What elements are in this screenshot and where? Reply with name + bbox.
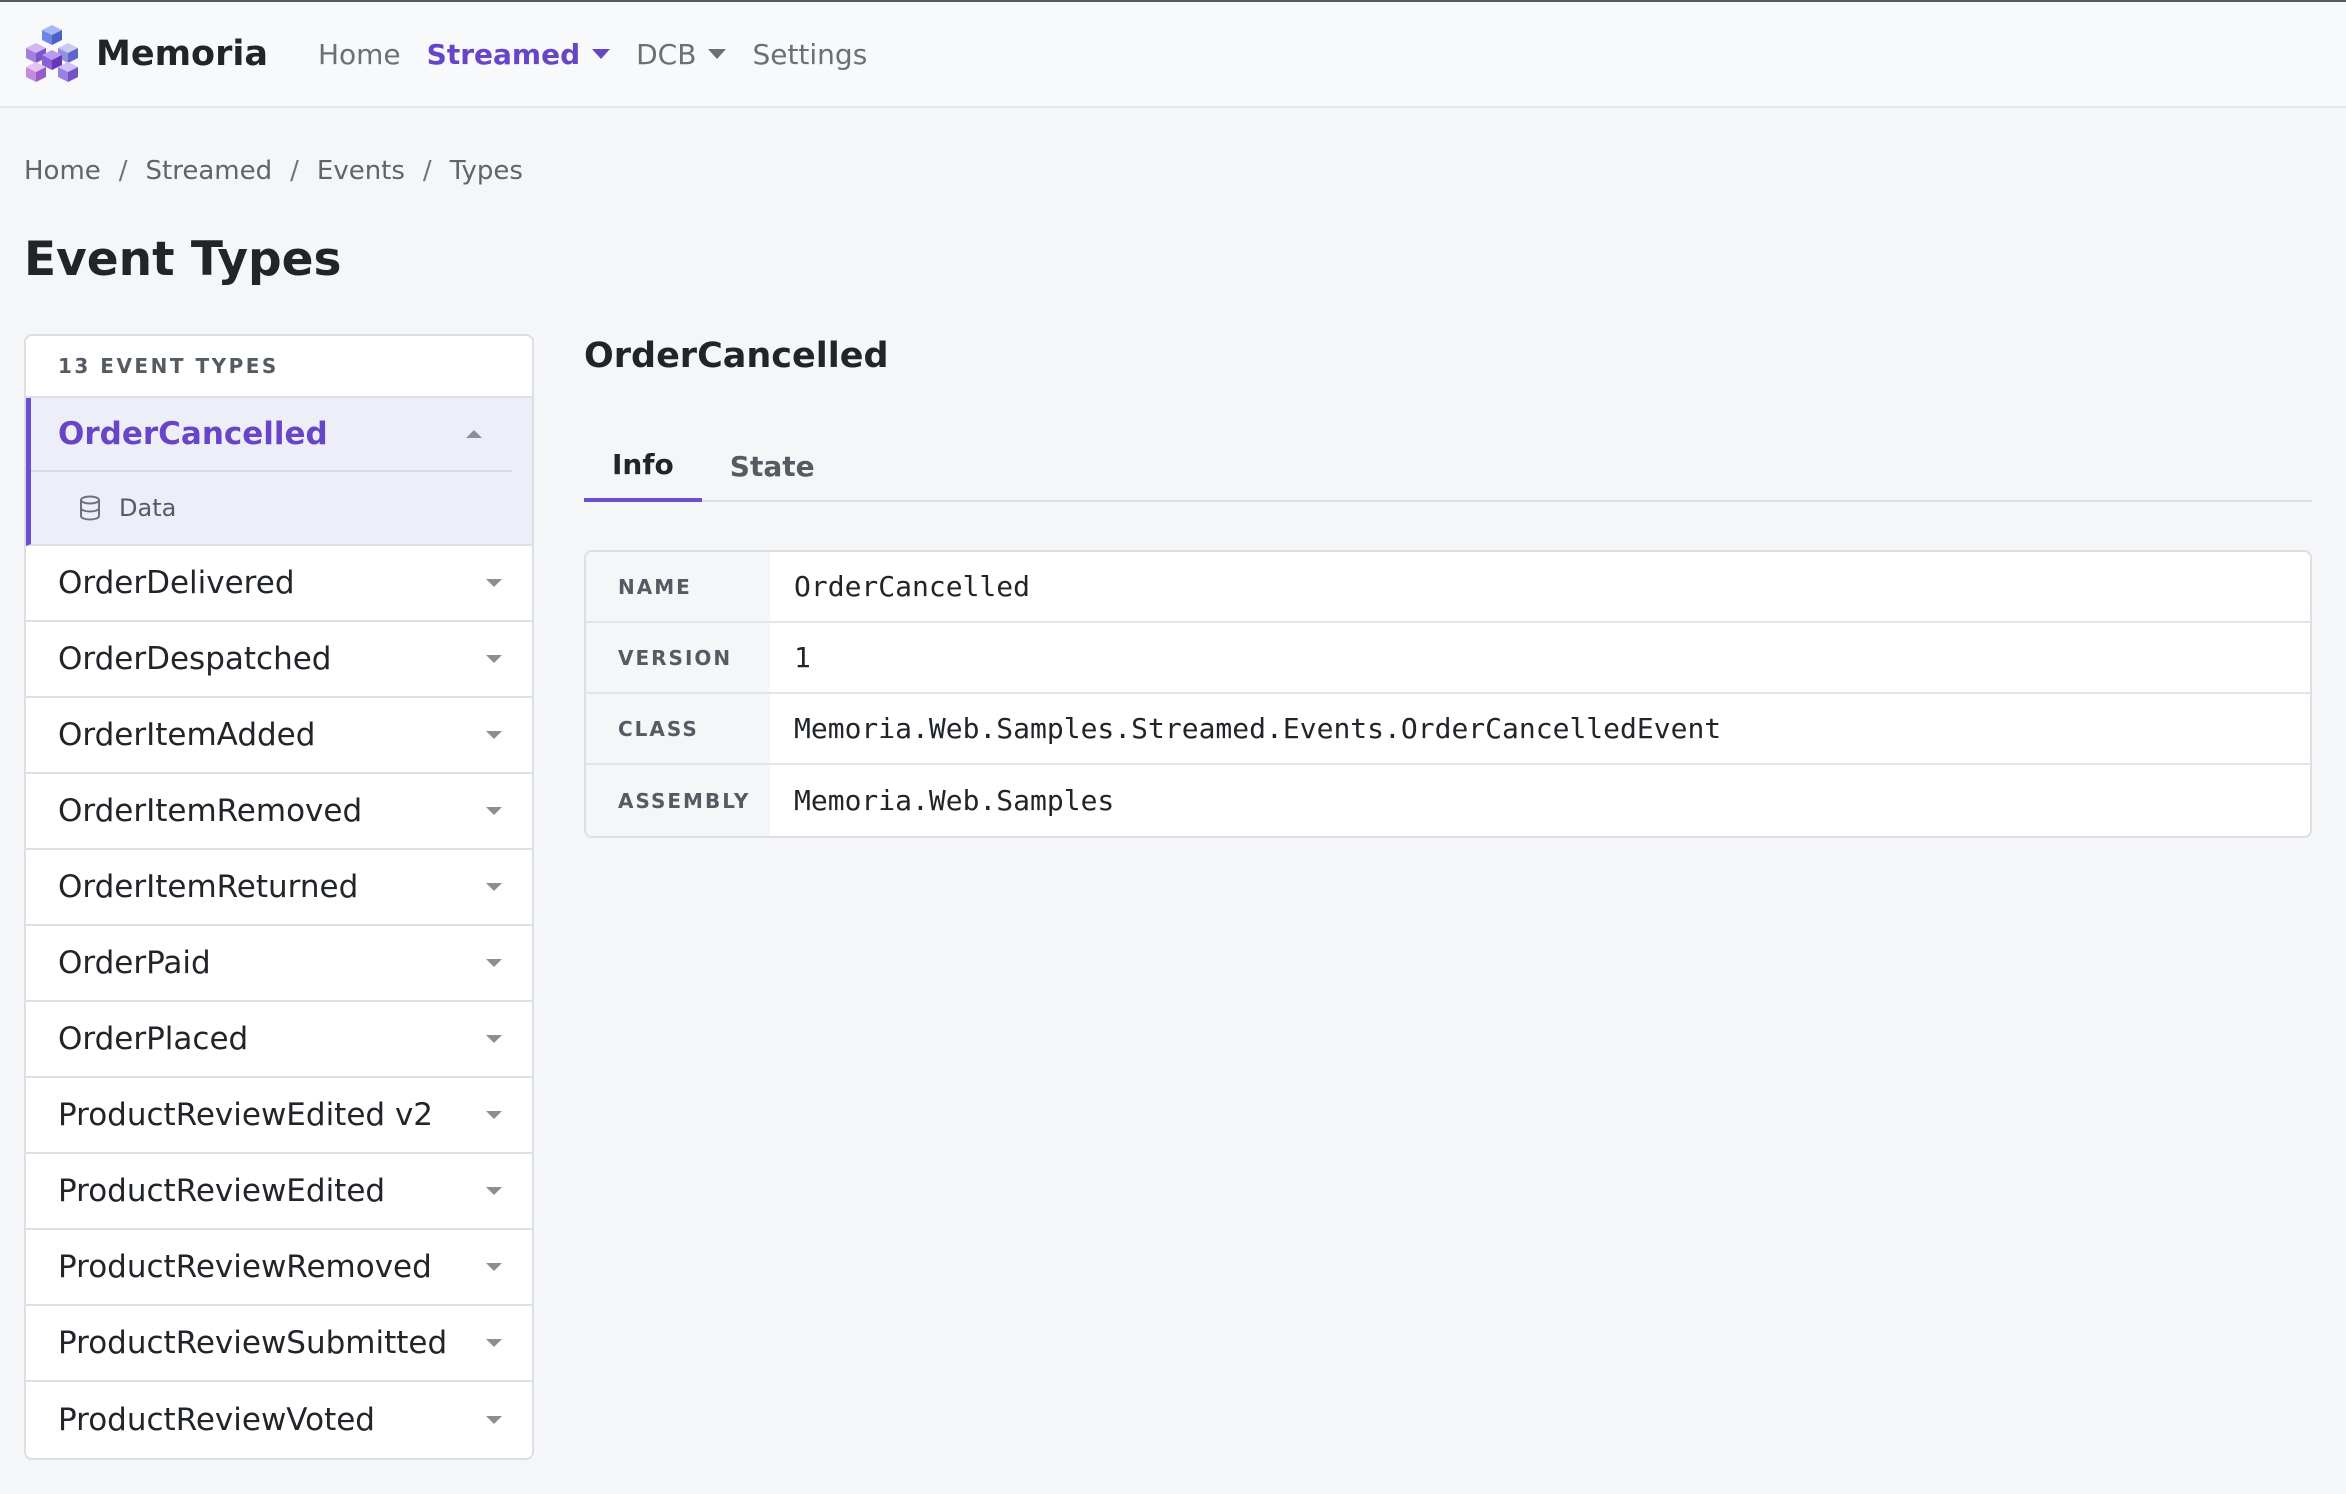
nav-home-label: Home [317, 37, 401, 71]
database-icon [80, 495, 100, 521]
breadcrumb-separator: / [422, 156, 432, 186]
breadcrumb-home[interactable]: Home [24, 156, 101, 186]
nav-streamed-dropdown[interactable]: Streamed [426, 37, 611, 71]
event-type-label: OrderDelivered [58, 565, 295, 601]
event-type-label: OrderPaid [58, 945, 211, 981]
nav-home[interactable]: Home [318, 38, 401, 71]
event-type-item[interactable]: ProductReviewVoted [26, 1382, 532, 1458]
breadcrumb-types: Types [449, 156, 523, 186]
event-type-label: ProductReviewEdited v2 [58, 1097, 434, 1133]
event-type-data-link[interactable]: Data [31, 472, 532, 544]
event-type-label: ProductReviewSubmitted [58, 1325, 448, 1361]
info-key: NAME [586, 552, 770, 621]
nav-dcb-dropdown[interactable]: DCB [636, 37, 727, 71]
caret-down-icon [486, 959, 502, 967]
event-type-item[interactable]: OrderDespatched [26, 622, 532, 698]
caret-down-icon [486, 807, 502, 815]
event-type-item[interactable]: ProductReviewEdited v2 [26, 1078, 532, 1154]
event-types-list: 13 EVENT TYPES OrderCancelled Data Order… [24, 334, 534, 1460]
top-navbar: Memoria Home Streamed DCB Settings [0, 0, 2346, 108]
event-type-label: OrderDespatched [58, 641, 332, 677]
caret-down-icon [486, 1035, 502, 1043]
event-info-table: NAME OrderCancelled VERSION 1 CLASS Memo… [584, 550, 2312, 838]
event-detail-title: OrderCancelled [584, 336, 889, 376]
nav-settings[interactable]: Settings [752, 38, 867, 71]
breadcrumb-events[interactable]: Events [317, 156, 405, 186]
event-type-label: OrderItemRemoved [58, 793, 363, 829]
breadcrumb-streamed[interactable]: Streamed [146, 156, 273, 186]
caret-up-icon [466, 430, 482, 438]
event-type-label: OrderItemReturned [58, 869, 359, 905]
event-type-label: ProductReviewEdited [58, 1173, 386, 1209]
info-value: Memoria.Web.Samples [794, 784, 1115, 817]
event-type-item[interactable]: ProductReviewEdited [26, 1154, 532, 1230]
event-type-item[interactable]: OrderDelivered [26, 546, 532, 622]
caret-down-icon [708, 49, 727, 59]
breadcrumb-separator: / [118, 156, 128, 186]
caret-down-icon [486, 1111, 502, 1119]
caret-down-icon [486, 883, 502, 891]
info-row-assembly: ASSEMBLY Memoria.Web.Samples [586, 765, 2310, 836]
data-link-label: Data [119, 494, 177, 522]
event-type-item[interactable]: OrderPlaced [26, 1002, 532, 1078]
page-title: Event Types [24, 232, 342, 287]
caret-down-icon [486, 731, 502, 739]
event-type-item-active: OrderCancelled Data [26, 398, 532, 546]
event-type-item[interactable]: OrderItemRemoved [26, 774, 532, 850]
info-row-version: VERSION 1 [586, 623, 2310, 694]
event-type-item[interactable]: ProductReviewSubmitted [26, 1306, 532, 1382]
info-row-class: CLASS Memoria.Web.Samples.Streamed.Event… [586, 694, 2310, 765]
caret-down-icon [486, 1263, 502, 1271]
brand[interactable]: Memoria [22, 23, 268, 85]
breadcrumb-separator: / [290, 156, 299, 186]
info-value: 1 [794, 641, 811, 674]
event-type-item[interactable]: OrderItemReturned [26, 850, 532, 926]
info-key: CLASS [586, 694, 770, 763]
event-type-label: ProductReviewRemoved [58, 1249, 432, 1285]
nav-settings-label: Settings [752, 37, 868, 71]
cubes-logo-icon [26, 25, 78, 82]
event-type-ordercancelled[interactable]: OrderCancelled [31, 398, 512, 472]
event-type-label: OrderItemAdded [58, 717, 316, 753]
tab-info[interactable]: Info [584, 430, 702, 502]
caret-down-icon [592, 49, 611, 59]
info-row-name: NAME OrderCancelled [586, 552, 2310, 623]
event-type-item[interactable]: OrderPaid [26, 926, 532, 1002]
info-value: Memoria.Web.Samples.Streamed.Events.Orde… [794, 712, 1722, 745]
caret-down-icon [486, 1339, 502, 1347]
caret-down-icon [486, 655, 502, 663]
event-type-label: OrderPlaced [58, 1021, 249, 1057]
event-type-item[interactable]: ProductReviewRemoved [26, 1230, 532, 1306]
nav-dcb-label: DCB [636, 37, 697, 71]
breadcrumb: Home / Streamed / Events / Types [24, 156, 523, 186]
info-value: OrderCancelled [794, 570, 1031, 603]
event-type-label: OrderCancelled [58, 416, 328, 452]
caret-down-icon [486, 579, 502, 587]
nav-streamed-label: Streamed [426, 37, 581, 71]
caret-down-icon [486, 1187, 502, 1195]
event-type-item[interactable]: OrderItemAdded [26, 698, 532, 774]
tab-state[interactable]: State [702, 430, 843, 502]
info-key: ASSEMBLY [586, 765, 770, 836]
info-key: VERSION [586, 623, 770, 692]
event-types-count: 13 EVENT TYPES [26, 336, 532, 398]
event-type-label: ProductReviewVoted [58, 1402, 375, 1438]
brand-name: Memoria [96, 34, 268, 74]
detail-tabs: Info State [584, 430, 2312, 502]
caret-down-icon [486, 1416, 502, 1424]
